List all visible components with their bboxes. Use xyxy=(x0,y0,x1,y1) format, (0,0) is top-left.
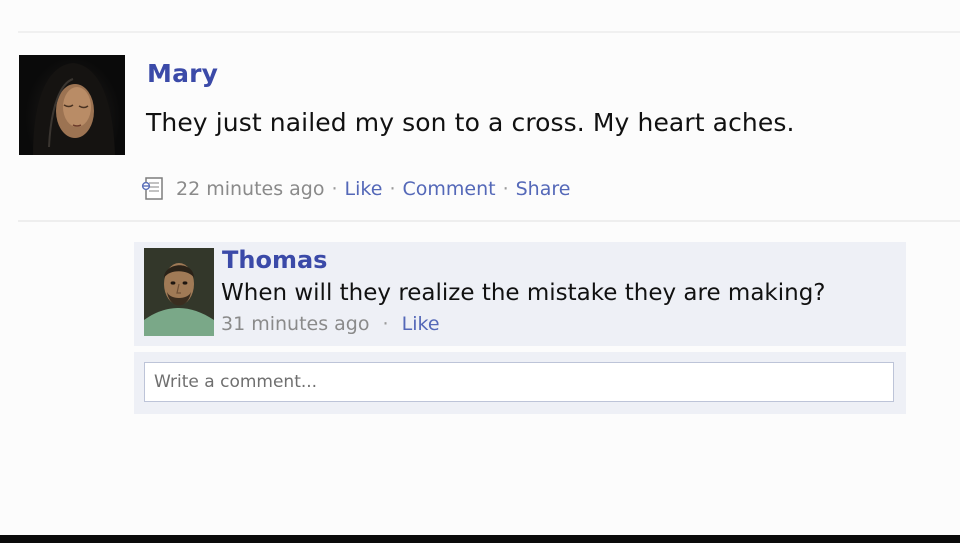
thomas-avatar[interactable] xyxy=(144,248,214,336)
meta-separator: · xyxy=(382,313,389,335)
meta-separator: · xyxy=(502,178,509,200)
post-timestamp[interactable]: 22 minutes ago xyxy=(176,178,325,200)
meta-separator: · xyxy=(331,178,338,200)
post-author-name[interactable]: Mary xyxy=(147,59,218,88)
page: Mary They just nailed my son to a cross.… xyxy=(0,0,960,543)
mary-avatar[interactable] xyxy=(19,55,125,155)
like-link[interactable]: Like xyxy=(345,178,383,200)
bottom-bar xyxy=(0,535,960,543)
comment-link[interactable]: Comment xyxy=(402,178,495,200)
comment-author-name[interactable]: Thomas xyxy=(222,246,327,274)
meta-separator: · xyxy=(389,178,396,200)
comment-like-link[interactable]: Like xyxy=(402,313,440,335)
comment-timestamp[interactable]: 31 minutes ago xyxy=(221,313,370,335)
post-meta: 22 minutes ago · Like · Comment · Share xyxy=(140,176,570,202)
status-update-icon xyxy=(140,176,166,202)
post-divider xyxy=(18,220,960,222)
write-comment-input[interactable] xyxy=(144,362,894,402)
post-text: They just nailed my son to a cross. My h… xyxy=(146,108,795,137)
comment-meta: 31 minutes ago · Like xyxy=(221,313,440,335)
comment-text: When will they realize the mistake they … xyxy=(221,280,826,306)
top-divider xyxy=(18,31,960,33)
share-link[interactable]: Share xyxy=(516,178,571,200)
